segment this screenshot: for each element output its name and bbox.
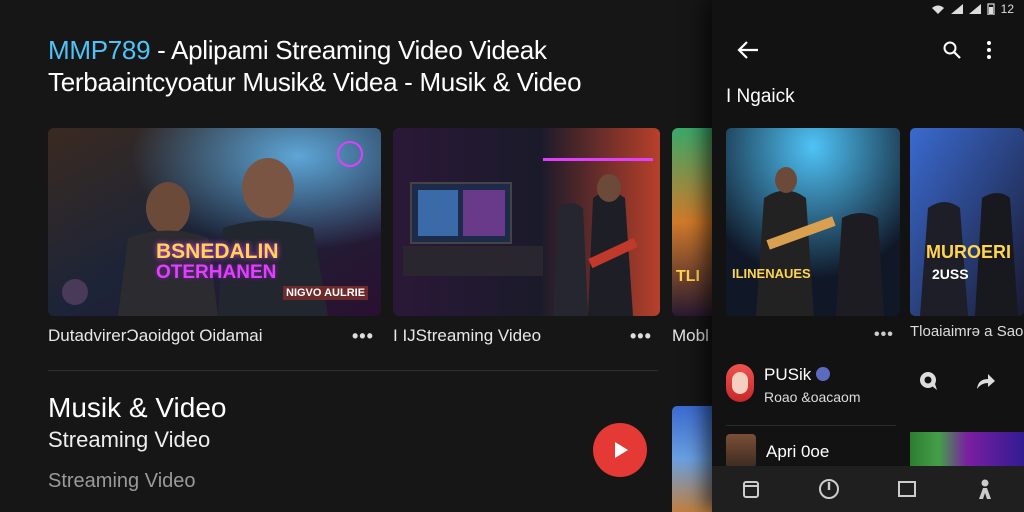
profile-icon [979,479,991,499]
panel-divider [726,425,896,426]
section-subtitle: Streaming Video [48,427,211,452]
more-menu-button[interactable] [975,36,1003,64]
section-divider [48,370,658,371]
more-options-1[interactable]: ••• [352,326,374,347]
panel-video-title[interactable]: Tloaiaimrə a Sao [910,323,1023,340]
share-icon [977,374,995,389]
play-icon [615,442,628,458]
video-card-1[interactable]: BSNEDALIN OTERHANEN NIGVO AULRIE [48,128,381,316]
battery-icon [987,3,995,15]
more-options-2[interactable]: ••• [630,326,652,347]
video-title-1[interactable]: DutadvirerƆaoidgot Oidamai [48,326,263,346]
overlay-title-1: BSNEDALIN [156,240,279,263]
panel-video-card-2[interactable]: MUROERI 2USS [910,128,1024,316]
comment-icon [920,372,937,390]
home-icon [743,481,759,498]
main-content: MMP789 - Aplipami Streaming Video Videak… [0,0,712,512]
overlay-text-3: TLI [676,268,700,285]
status-bar: 12 [931,2,1014,16]
search-button[interactable] [938,36,966,64]
bottom-navigation [712,466,1024,512]
panel-more-options[interactable]: ••• [874,326,894,344]
title-brand: MMP789 [48,35,151,65]
nav-library[interactable] [893,475,921,503]
video-thumbnail-2[interactable] [393,128,660,316]
panel-thumbnail-1[interactable] [726,128,900,316]
title-line2: Terbaaintcyoatur Musik& Videa - Musik & … [48,67,582,97]
title-text: - Aplipami Streaming Video Videak [150,35,547,65]
channel-avatar[interactable] [726,364,754,402]
signal-icon [950,4,963,14]
share-button[interactable] [972,368,998,394]
search-icon [943,41,961,59]
nav-explore[interactable] [815,475,843,503]
channel-subtitle: Roao &oacaom [764,389,861,405]
video-card-2[interactable] [393,128,660,316]
overlay-sub-1: OTERHANEN [156,262,277,283]
comment-button[interactable] [916,368,942,394]
verified-badge-icon [815,367,830,381]
status-time: 12 [1000,2,1014,16]
panel-overlay-2-title: MUROERI [926,242,1011,262]
video-title-3[interactable]: Mobl [672,326,709,346]
video-thumbnail-4[interactable] [672,406,712,512]
back-button[interactable] [734,36,762,64]
channel-name[interactable]: PUSik [764,365,830,385]
compass-icon [819,479,839,499]
panel-thumbnail-2[interactable] [910,128,1024,316]
channel2-avatar[interactable] [726,434,756,468]
panel-thumbnail-3[interactable] [910,432,1024,466]
signal-icon [968,4,981,14]
overlay-tag-1: NIGVO AULRIE [283,286,369,300]
panel-heading: I Ngaick [726,86,795,107]
video-card-3[interactable]: TLI [672,128,712,316]
side-panel: 12 I Ngaick ILINENAUES MUROERI 2USS ••• … [712,0,1024,512]
video-thumbnail-3[interactable] [672,128,712,316]
section-title: Musik & Video [48,392,227,423]
section-meta: Streaming Video [48,470,196,492]
page-title: MMP789 - Aplipami Streaming Video Videak… [48,34,688,98]
nav-home[interactable] [737,475,765,503]
video-title-2[interactable]: I IJStreaming Video [393,326,541,346]
channel2-name[interactable]: Apri 0oe [766,442,829,462]
play-button[interactable] [593,423,647,477]
nav-profile[interactable] [971,475,999,503]
library-icon [898,481,916,497]
panel-video-card-1[interactable]: ILINENAUES [726,128,900,316]
panel-overlay-2-sub: 2USS [932,266,969,282]
wifi-icon [931,5,944,14]
more-vert-icon [987,41,991,59]
back-arrow-icon [737,41,758,59]
panel-overlay-1: ILINENAUES [732,266,811,281]
